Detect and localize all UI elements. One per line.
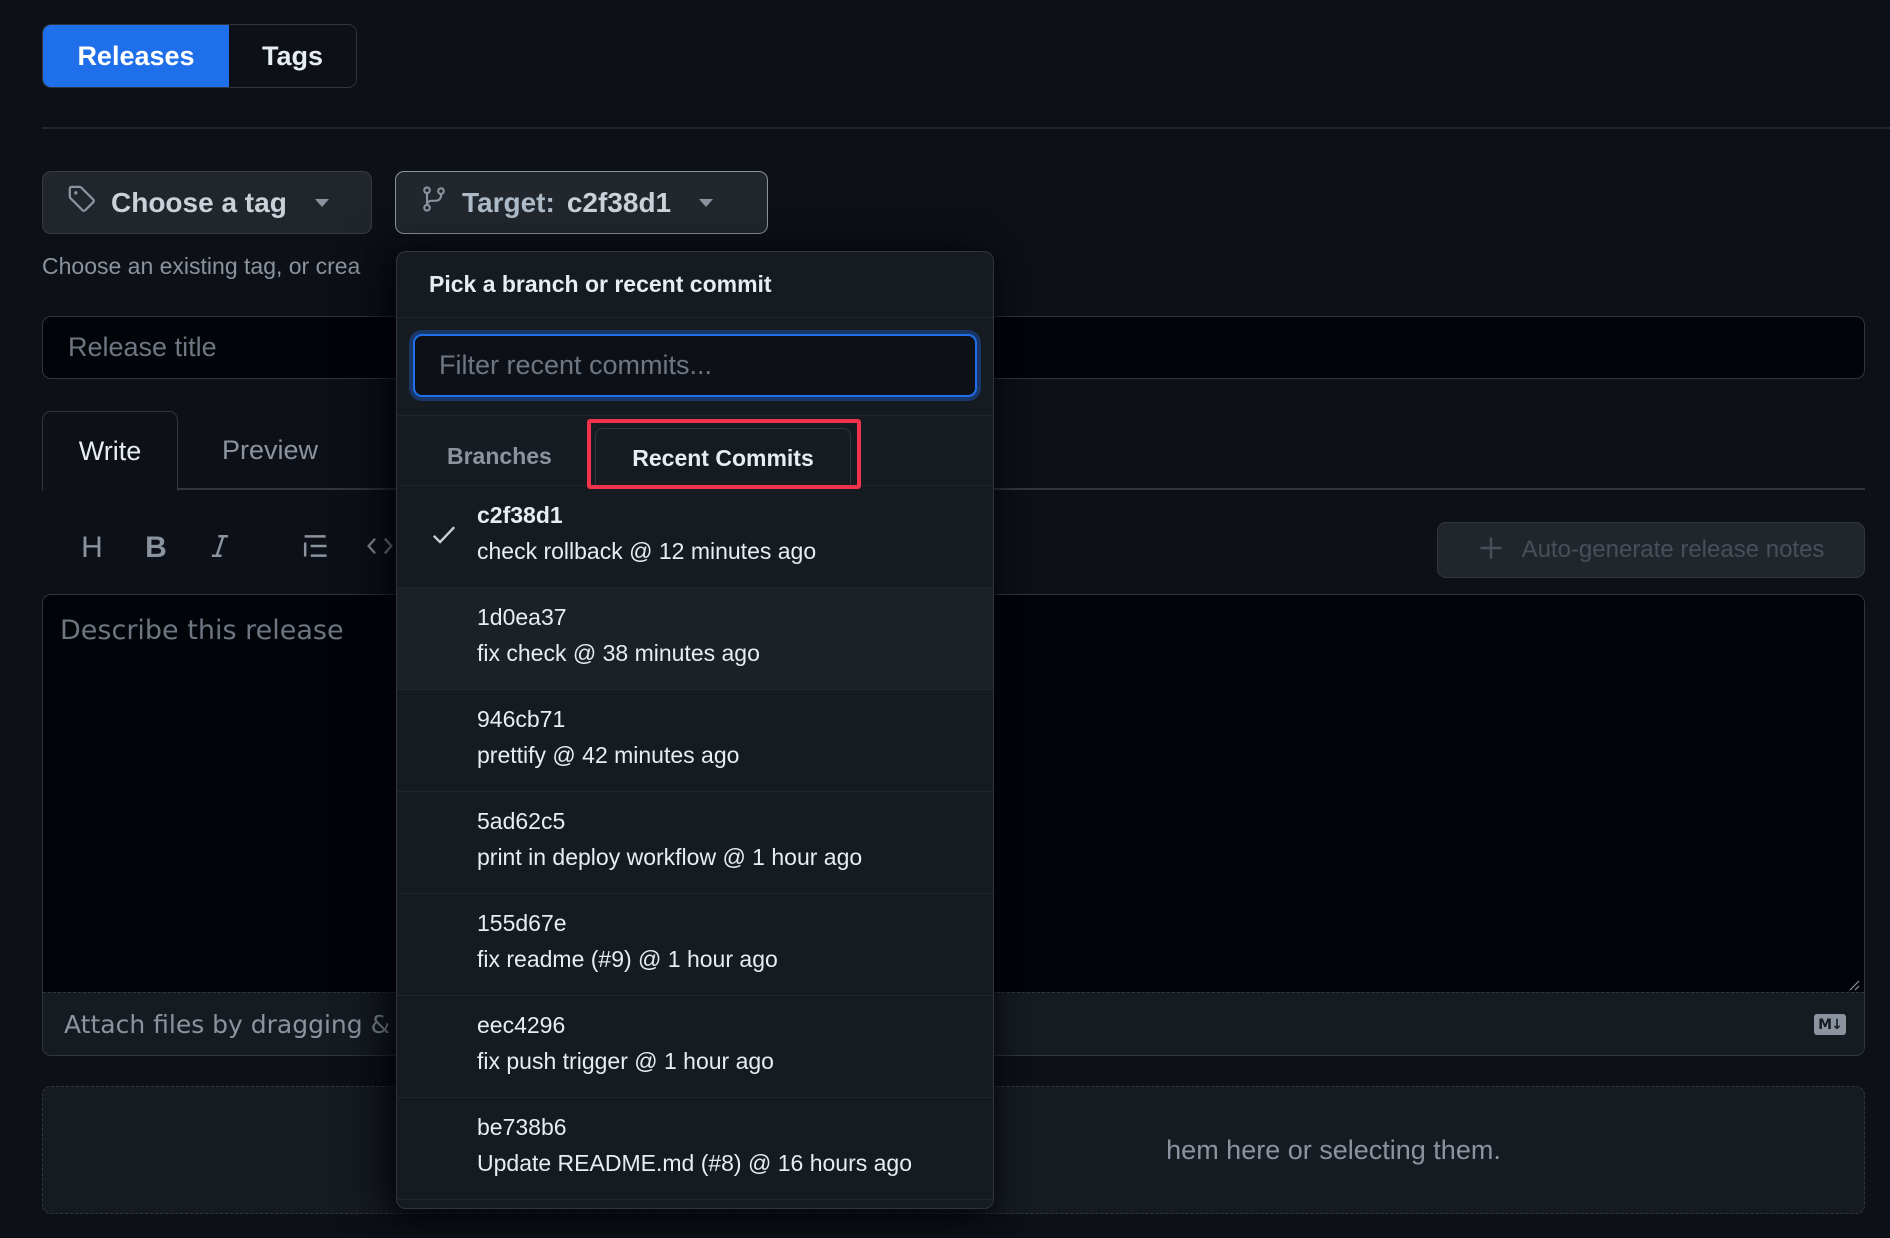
commit-item[interactable]: eec4296 fix push trigger @ 1 hour ago: [397, 996, 993, 1098]
filter-commits-input[interactable]: [413, 334, 977, 397]
commit-item[interactable]: 155d67e fix readme (#9) @ 1 hour ago: [397, 894, 993, 996]
tab-preview[interactable]: Preview: [200, 411, 340, 489]
commit-message: prettify @ 42 minutes ago: [477, 742, 740, 768]
divider: [42, 127, 1890, 129]
commit-item[interactable]: 946cb71 prettify @ 42 minutes ago: [397, 690, 993, 792]
resize-handle-icon[interactable]: [1846, 977, 1860, 991]
dropzone-text: hem here or selecting them.: [1166, 1134, 1501, 1165]
italic-button[interactable]: [188, 522, 252, 574]
commit-item[interactable]: 1d0ea37 fix check @ 38 minutes ago: [397, 588, 993, 690]
plus-icon: [1478, 533, 1504, 567]
commit-message: fix readme (#9) @ 1 hour ago: [477, 946, 778, 972]
commit-sha: 1d0ea37: [477, 604, 567, 630]
commit-list: c2f38d1 check rollback @ 12 minutes ago 1d…: [397, 486, 993, 1200]
dropdown-title: Pick a branch or recent commit: [397, 252, 993, 318]
choose-tag-button[interactable]: Choose a tag: [42, 171, 372, 234]
check-icon: [431, 524, 457, 551]
dropdown-tabs: Branches Recent Commits: [397, 416, 993, 489]
list-ordered-icon: [301, 532, 331, 565]
commit-message: fix push trigger @ 1 hour ago: [477, 1048, 774, 1074]
tab-branches[interactable]: Branches: [447, 426, 552, 486]
auto-generate-label: Auto-generate release notes: [1521, 536, 1825, 563]
caret-down-icon: [699, 198, 714, 207]
commit-sha: 155d67e: [477, 910, 567, 936]
target-button[interactable]: Target: c2f38d1: [395, 171, 768, 234]
bold-icon: B: [145, 531, 167, 564]
commit-sha: be738b6: [477, 1114, 567, 1140]
commit-message: print in deploy workflow @ 1 hour ago: [477, 844, 863, 870]
releases-tab[interactable]: Releases: [43, 25, 229, 87]
caret-down-icon: [314, 198, 329, 207]
code-icon: [364, 533, 396, 564]
heading-icon: H: [81, 531, 103, 564]
tab-recent-commits[interactable]: Recent Commits: [595, 428, 851, 488]
commit-item[interactable]: 5ad62c5 print in deploy workflow @ 1 hour…: [397, 792, 993, 894]
target-prefix: Target:: [462, 186, 555, 218]
commit-message: fix check @ 38 minutes ago: [477, 640, 760, 666]
tags-tab[interactable]: Tags: [229, 25, 356, 87]
italic-icon: [207, 532, 233, 565]
commit-sha: 946cb71: [477, 706, 566, 732]
releases-tags-toggle: Releases Tags: [42, 24, 357, 88]
tab-write[interactable]: Write: [42, 411, 178, 491]
choose-tag-label: Choose a tag: [111, 186, 287, 218]
commit-message: Update README.md (#8) @ 16 hours ago: [477, 1150, 912, 1176]
target-dropdown: Pick a branch or recent commit Branches …: [396, 251, 994, 1209]
ordered-list-button[interactable]: [284, 522, 348, 574]
target-value: c2f38d1: [566, 186, 672, 218]
attach-files-text: Attach files by dragging & d: [64, 1010, 414, 1039]
bold-button[interactable]: B: [124, 522, 188, 574]
commit-message: check rollback @ 12 minutes ago: [477, 538, 817, 564]
markdown-toolbar: H B: [60, 520, 412, 576]
markdown-icon: M↓: [1814, 1014, 1846, 1035]
commit-sha: eec4296: [477, 1012, 566, 1038]
commit-sha: 5ad62c5: [477, 808, 566, 834]
git-branch-icon: [420, 184, 448, 221]
heading-button[interactable]: H: [60, 522, 124, 574]
commit-sha: c2f38d1: [477, 502, 563, 528]
commit-item[interactable]: be738b6 Update README.md (#8) @ 16 hours …: [397, 1098, 993, 1200]
tag-icon: [67, 184, 97, 221]
commit-item[interactable]: c2f38d1 check rollback @ 12 minutes ago: [397, 486, 993, 588]
filter-wrapper: [397, 318, 993, 416]
tag-helper-text: Choose an existing tag, or crea: [42, 253, 361, 279]
auto-generate-release-notes-button[interactable]: Auto-generate release notes: [1437, 522, 1865, 578]
